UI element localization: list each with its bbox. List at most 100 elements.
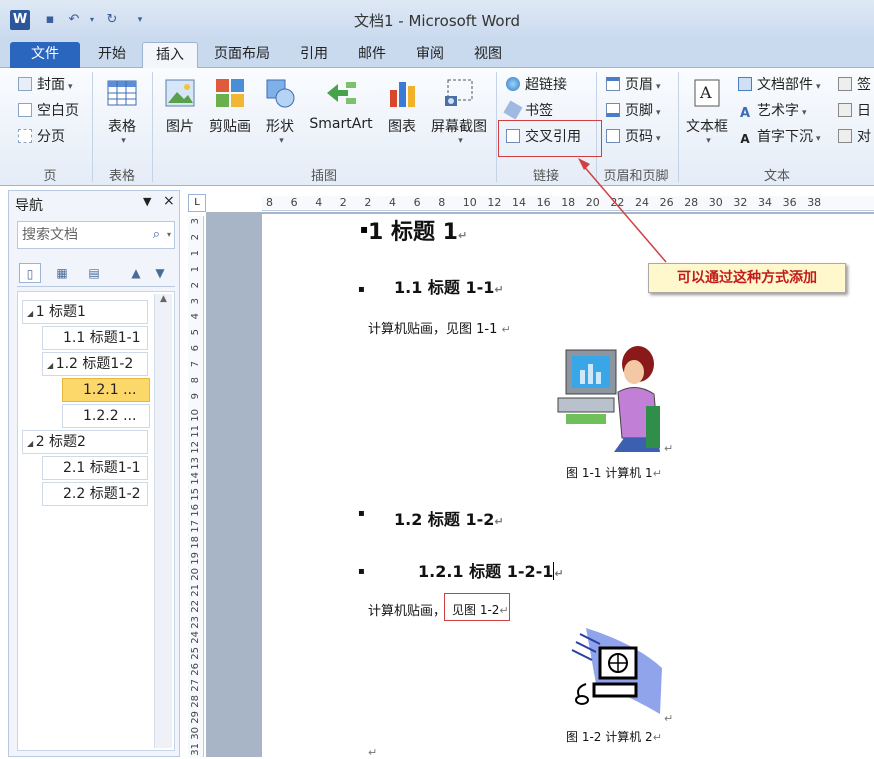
quick-parts-button[interactable]: 文档部件 ▾	[738, 74, 821, 96]
results-view-icon[interactable]: ▤	[83, 263, 105, 283]
heading-1-2-text: 1.2 标题 1-2	[394, 510, 495, 529]
expand-triangle-icon[interactable]: ◢	[47, 361, 56, 370]
chevron-down-icon[interactable]: ▾	[167, 222, 171, 248]
pages-view-icon[interactable]: ▦	[51, 263, 73, 283]
object-button[interactable]: 对	[838, 126, 871, 148]
search-icon[interactable]: ⌕	[153, 222, 160, 248]
outline-item-1[interactable]: ◢ 1 标题1	[22, 300, 148, 324]
tab-view[interactable]: 视图	[464, 42, 512, 68]
outline-item-1-2-2[interactable]: 1.2.2 ...	[62, 404, 150, 428]
chart-label: 图表	[388, 119, 416, 135]
smartart-button[interactable]: SmartArt	[304, 76, 378, 132]
outline-item-1-1[interactable]: 1.1 标题1-1	[42, 326, 148, 350]
paragraph-1[interactable]: 计算机贴画，见图 1-1 ↵	[368, 318, 511, 337]
outline-item-1-2-1[interactable]: 1.2.1 ...	[62, 378, 150, 402]
outline-item-label: 1.2.2 ...	[83, 408, 137, 424]
ruler-tick: 15	[190, 488, 201, 502]
tab-file[interactable]: 文件	[10, 42, 80, 68]
list-marker: ▪	[360, 222, 369, 236]
ruler-tick: 20	[585, 196, 600, 209]
ruler-tick: 14	[190, 472, 201, 486]
hyperlink-label: 超链接	[525, 77, 567, 93]
ruler-tick: 21	[190, 583, 201, 597]
next-heading-icon[interactable]: ▼	[149, 263, 171, 283]
signature-line-button[interactable]: 签	[838, 74, 871, 96]
picture-label: 图片	[166, 119, 194, 135]
outline-item-2-2[interactable]: 2.2 标题1-2	[42, 482, 148, 506]
paragraph-2[interactable]: 计算机贴画，	[368, 600, 446, 619]
headings-view-icon[interactable]: ▯	[19, 263, 41, 283]
vertical-ruler[interactable]: 3 2 1 1 2 3 4 5 6 7 8 9 10 11 12 13 14 15 16 17 18 19 20 21 22 23…	[188, 216, 204, 757]
heading-1-2[interactable]: 1.2 标题 1-2↵	[394, 506, 504, 530]
globe-icon	[506, 77, 520, 91]
ruler-tick: 36	[782, 196, 797, 209]
clip-art-label: 剪贴画	[209, 119, 251, 135]
pane-options-icon[interactable]: ▼	[143, 195, 151, 208]
group-label-pages: 页	[43, 169, 57, 184]
search-input[interactable]: 搜索文档 ⌕ ▾	[17, 221, 175, 249]
wordart-button[interactable]: A 艺术字 ▾	[738, 100, 807, 122]
footer-button[interactable]: 页脚 ▾	[606, 100, 661, 122]
page-number-icon	[606, 129, 620, 143]
list-marker: ▪	[358, 566, 365, 577]
cover-page-button[interactable]: 封面 ▾	[18, 74, 73, 96]
wordart-label: 艺术字	[757, 103, 799, 119]
group-divider	[496, 72, 497, 182]
outline-item-1-2[interactable]: ◢ 1.2 标题1-2	[42, 352, 148, 376]
expand-triangle-icon[interactable]: ◢	[27, 309, 36, 318]
outline-item-2-1[interactable]: 2.1 标题1-1	[42, 456, 148, 480]
bookmark-button[interactable]: 书签	[503, 100, 553, 122]
chevron-down-icon: ▾	[121, 136, 126, 146]
blank-page-button[interactable]: 空白页	[18, 100, 79, 122]
paragraph-mark: ↵	[494, 283, 504, 296]
shapes-button[interactable]: 形状 ▾	[260, 76, 300, 146]
figure-caption-1[interactable]: 图 1-1 计算机 1↵	[566, 464, 662, 481]
previous-heading-icon[interactable]: ▲	[125, 263, 147, 283]
clipart-computer-network[interactable]	[556, 624, 666, 720]
close-icon[interactable]: ×	[163, 193, 175, 209]
heading-1-1[interactable]: 1.1 标题 1-1↵	[394, 274, 504, 298]
group-label-illustrations: 插图	[310, 169, 337, 184]
window-title: 文档1 - Microsoft Word	[353, 12, 521, 30]
ruler-tick: 2	[190, 281, 201, 288]
ruler-tick: 28	[190, 695, 201, 708]
ruler-tick: 8	[190, 377, 201, 384]
figure-caption-2[interactable]: 图 1-2 计算机 2↵	[566, 728, 662, 745]
outline-item-2[interactable]: ◢ 2 标题2	[22, 430, 148, 454]
table-button[interactable]: 表格 ▾	[100, 76, 144, 146]
tab-home[interactable]: 开始	[86, 42, 138, 68]
chart-button[interactable]: 图表	[382, 76, 422, 136]
outline-item-label: 2.2 标题1-2	[63, 486, 141, 502]
page-number-button[interactable]: 页码 ▾	[606, 126, 661, 148]
text-box-button[interactable]: A 文本框 ▾	[682, 76, 732, 146]
tab-insert[interactable]: 插入	[142, 42, 198, 69]
tab-mailings[interactable]: 邮件	[348, 42, 396, 68]
hyperlink-button[interactable]: 超链接	[506, 74, 567, 96]
tab-review[interactable]: 审阅	[406, 42, 454, 68]
tab-references[interactable]: 引用	[290, 42, 338, 68]
ruler-tick: 10	[462, 196, 477, 209]
heading-1-2-1[interactable]: 1.2.1 标题 1-2-1↵	[418, 558, 564, 582]
picture-button[interactable]: 图片	[160, 76, 200, 136]
tab-page-layout[interactable]: 页面布局	[204, 42, 280, 68]
ruler-tick: 6	[290, 196, 298, 209]
outline-scrollbar[interactable]: ▲	[154, 294, 172, 748]
clip-art-button[interactable]: 剪贴画	[204, 76, 256, 136]
page-break-button[interactable]: 分页	[18, 126, 65, 148]
table-button-label: 表格	[108, 119, 136, 135]
scroll-up-icon[interactable]: ▲	[155, 294, 172, 304]
clipart-computer-woman[interactable]	[554, 342, 664, 454]
drop-cap-button[interactable]: A 首字下沉 ▾	[738, 126, 820, 148]
expand-triangle-icon[interactable]: ◢	[27, 439, 36, 448]
date-time-button[interactable]: 日	[838, 100, 871, 122]
bookmark-icon	[503, 100, 523, 120]
group-divider	[678, 72, 679, 182]
heading-1[interactable]: 1 标题 1↵	[368, 214, 467, 246]
clip-art-icon	[216, 79, 244, 107]
outline-item-label: 1.2.1 ...	[83, 382, 137, 398]
screenshot-button[interactable]: 屏幕截图 ▾	[426, 76, 492, 146]
tab-selector[interactable]: L	[188, 194, 206, 212]
horizontal-ruler[interactable]: 8 6 4 2 2 4 6 8 10 12 14 16 18 20 22 24 26 28 30 32 34 36 38	[262, 193, 874, 211]
ruler-tick: 27	[190, 679, 201, 692]
header-button[interactable]: 页眉 ▾	[606, 74, 661, 96]
